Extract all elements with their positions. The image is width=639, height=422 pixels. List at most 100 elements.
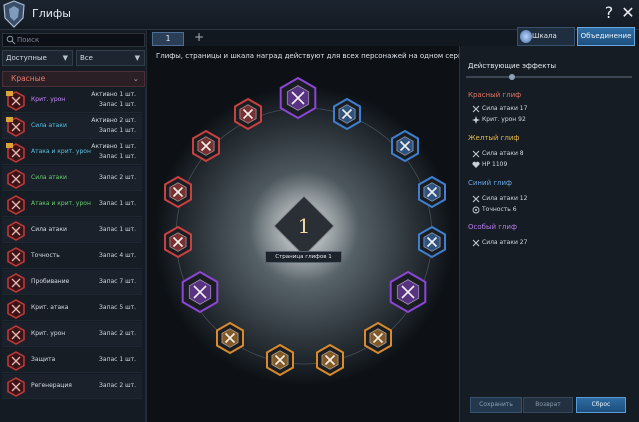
red-glyph-icon bbox=[7, 299, 25, 319]
effect-text: Крит. урон 92 bbox=[482, 116, 526, 123]
search-icon bbox=[6, 35, 16, 45]
glyph-list-item[interactable]: Атака и крит. урон Активно 1 шт. Запас 1 ш… bbox=[2, 140, 142, 165]
list-scrollbar[interactable] bbox=[145, 88, 147, 422]
effect-line: Точность 6 bbox=[472, 206, 517, 214]
glyph-list-item[interactable]: Защита Запас 1 шт. bbox=[2, 348, 142, 373]
add-tab-button[interactable]: + bbox=[192, 30, 206, 46]
effect-line: Сила атаки 12 bbox=[472, 195, 528, 203]
help-button[interactable]: ? bbox=[601, 3, 617, 25]
glyph-stock-count: Запас 1 шт. bbox=[99, 153, 136, 160]
blue-glyph-title: Синий глиф bbox=[468, 179, 513, 187]
blue-glyph-slot[interactable] bbox=[391, 129, 419, 163]
red-glyph-icon bbox=[7, 351, 25, 371]
yellow-glyph-title: Желтый глиф bbox=[468, 134, 520, 142]
blue-glyph-slot[interactable] bbox=[418, 225, 446, 259]
title-bar: Глифы ? ✕ bbox=[0, 0, 639, 30]
reset-button[interactable]: Сброс bbox=[576, 397, 626, 413]
special-glyph-slot[interactable] bbox=[389, 270, 427, 314]
effects-divider bbox=[466, 76, 632, 78]
glyph-stock-count: Запас 2 шт. bbox=[99, 330, 136, 337]
red-glyph-title: Красный глиф bbox=[468, 91, 522, 99]
red-glyph-slot[interactable] bbox=[234, 97, 262, 131]
yellow-glyph-slot[interactable] bbox=[266, 343, 294, 377]
glyph-list-item[interactable]: Крит. атака Запас 5 шт. bbox=[2, 296, 142, 321]
red-glyph-icon bbox=[7, 247, 25, 267]
glyph-active-count: Активно 1 шт. bbox=[91, 143, 136, 150]
availability-filter[interactable]: Доступные ▼ bbox=[2, 50, 73, 66]
special-glyph-title: Особый глиф bbox=[468, 223, 517, 231]
yellow-glyph-slot[interactable] bbox=[364, 321, 392, 355]
effect-text: Сила атаки 17 bbox=[482, 105, 528, 112]
glyph-list-item[interactable]: Крит. урон Запас 2 шт. bbox=[2, 322, 142, 347]
heart-icon bbox=[472, 161, 480, 168]
swords-icon bbox=[472, 105, 480, 113]
red-glyph-slot[interactable] bbox=[164, 175, 192, 209]
close-button[interactable]: ✕ bbox=[619, 3, 637, 25]
search-input[interactable] bbox=[17, 34, 142, 46]
type-filter-value: Все bbox=[80, 54, 93, 62]
reward-scale-button[interactable]: Шкала наград bbox=[517, 27, 575, 57]
effect-text: HP 1109 bbox=[482, 161, 508, 168]
glyph-name: Крит. атака bbox=[31, 304, 69, 311]
glyph-stock-count: Запас 4 шт. bbox=[99, 252, 136, 259]
divider-ornament bbox=[509, 74, 515, 80]
glyph-list-item[interactable]: Крит. урон Активно 1 шт. Запас 1 шт. bbox=[2, 88, 142, 113]
glyph-stock-count: Запас 1 шт. bbox=[99, 200, 136, 207]
red-glyph-icon bbox=[7, 377, 25, 397]
glyph-stock-count: Запас 1 шт. bbox=[99, 356, 136, 363]
glyph-name: Крит. урон bbox=[31, 96, 66, 103]
glyph-list-item[interactable]: Сила атаки Запас 2 шт. bbox=[2, 166, 142, 191]
yellow-glyph-slot[interactable] bbox=[316, 343, 344, 377]
effect-line: Сила атаки 27 bbox=[472, 239, 528, 247]
tab-page-1[interactable]: 1 bbox=[152, 32, 184, 46]
glyph-stock-count: Запас 1 шт. bbox=[99, 226, 136, 233]
glyph-name: Атака и крит. урон bbox=[31, 200, 91, 207]
blue-glyph-slot[interactable] bbox=[333, 97, 361, 131]
glyph-stock-count: Запас 2 шт. bbox=[99, 174, 136, 181]
glyph-list-item[interactable]: Атака и крит. урон Запас 1 шт. bbox=[2, 192, 142, 217]
red-glyph-slot[interactable] bbox=[192, 129, 220, 163]
effect-text: Точность 6 bbox=[482, 206, 517, 213]
glyph-active-count: Активно 1 шт. bbox=[91, 91, 136, 98]
page-number: 1 bbox=[297, 214, 311, 238]
glyph-name: Регенерация bbox=[31, 382, 72, 389]
glyph-stock-count: Запас 1 шт. bbox=[99, 101, 136, 108]
special-glyph-slot[interactable] bbox=[181, 270, 219, 314]
glyph-list-item[interactable]: Пробивание Запас 7 шт. bbox=[2, 270, 142, 295]
swords-icon bbox=[472, 195, 480, 203]
type-filter[interactable]: Все ▼ bbox=[76, 50, 145, 66]
effect-line: Сила атаки 8 bbox=[472, 150, 524, 158]
effects-panel: Действующие эффекты Красный глиф Сила ат… bbox=[459, 46, 639, 422]
red-glyph-icon bbox=[7, 325, 25, 345]
glyph-name: Крит. урон bbox=[31, 330, 66, 337]
red-glyph-icon bbox=[6, 91, 25, 111]
effect-text: Сила атаки 27 bbox=[482, 239, 528, 246]
red-glyph-icon bbox=[7, 195, 25, 215]
glyph-list-item[interactable]: Сила атаки Запас 1 шт. bbox=[2, 218, 142, 243]
reward-icon bbox=[520, 30, 532, 43]
special-glyph-slot[interactable] bbox=[279, 76, 317, 120]
glyph-stock-count: Запас 7 шт. bbox=[99, 278, 136, 285]
chevron-down-icon: ▼ bbox=[62, 54, 68, 62]
category-label: Красные bbox=[11, 74, 46, 83]
blue-glyph-slot[interactable] bbox=[418, 175, 446, 209]
glyph-list-item[interactable]: Точность Запас 4 шт. bbox=[2, 244, 142, 269]
effect-text: Сила атаки 12 bbox=[482, 195, 528, 202]
glyph-active-count: Активно 2 шт. bbox=[91, 117, 136, 124]
effect-line: Крит. урон 92 bbox=[472, 116, 526, 124]
red-glyph-icon bbox=[7, 221, 25, 241]
revert-button[interactable]: Возврат bbox=[523, 397, 573, 413]
glyph-name: Пробивание bbox=[31, 278, 70, 285]
red-glyph-icon bbox=[6, 117, 25, 137]
glyph-list-item[interactable]: Сила атаки Активно 2 шт. Запас 1 шт. bbox=[2, 114, 142, 139]
yellow-glyph-slot[interactable] bbox=[216, 321, 244, 355]
search-box[interactable] bbox=[2, 33, 145, 47]
save-button[interactable]: Сохранить bbox=[470, 397, 522, 413]
category-red-header[interactable]: Красные ⌄ bbox=[2, 71, 145, 87]
effects-title: Действующие эффекты bbox=[468, 62, 557, 70]
target-icon bbox=[472, 206, 480, 214]
red-glyph-icon bbox=[7, 169, 25, 189]
merge-button[interactable]: Объединение bbox=[577, 27, 635, 46]
glyph-list-item[interactable]: Регенерация Запас 2 шт. bbox=[2, 374, 142, 399]
red-glyph-slot[interactable] bbox=[164, 225, 192, 259]
